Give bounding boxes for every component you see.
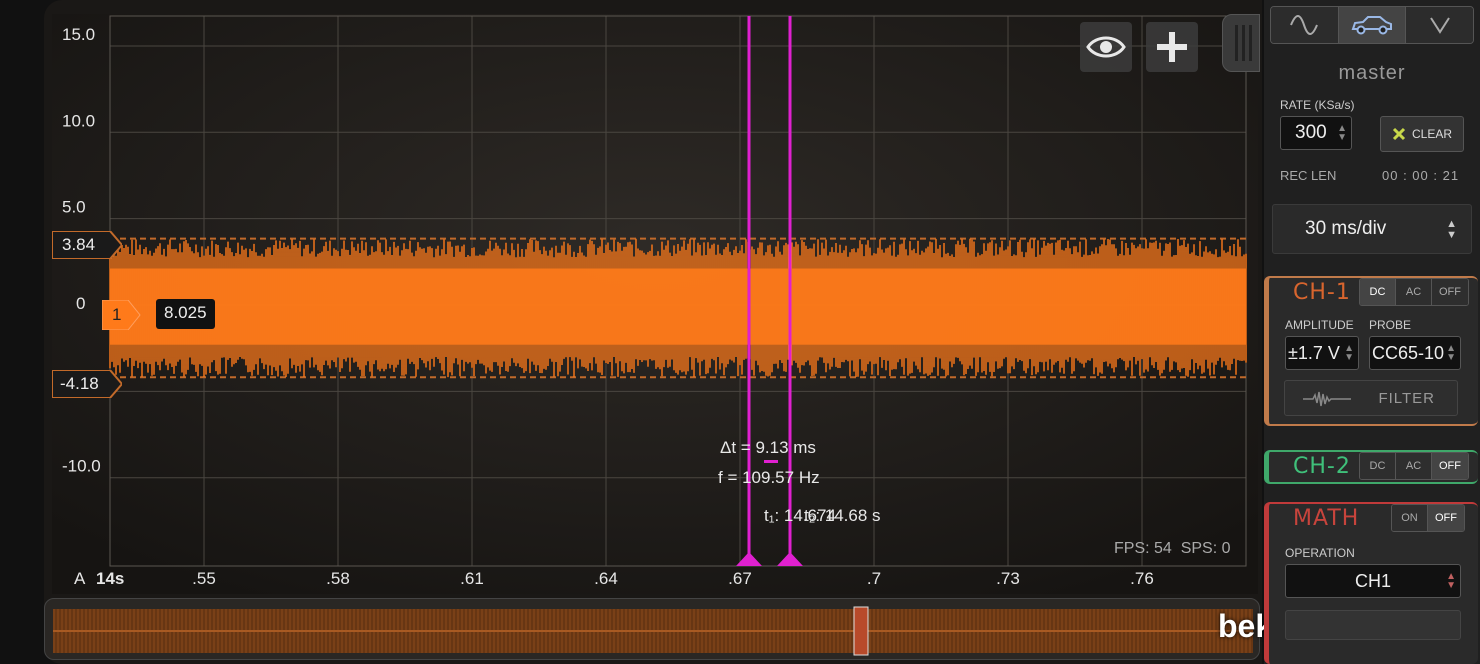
stepper-arrows-icon: ▲ ▼ (1446, 343, 1456, 363)
channel-offset-readout: 8.025 (156, 299, 215, 329)
upper-level-marker[interactable]: 3.84 (51, 230, 124, 260)
x-axis-start: 14s (96, 569, 124, 588)
timebase-value: 30 ms/div (1305, 218, 1387, 239)
math-off[interactable]: OFF (1428, 505, 1464, 531)
operation-label: OPERATION (1285, 546, 1355, 560)
amplitude-stepper[interactable]: ±1.7 V ▲ ▼ (1285, 336, 1359, 370)
x-tick-label: .7 (867, 569, 881, 588)
channel-ground-flag (101, 299, 141, 331)
x-axis-prefix: A (74, 569, 86, 588)
plus-icon (1157, 32, 1187, 62)
rate-value: 300 (1295, 122, 1327, 143)
math-title[interactable]: MATH (1293, 506, 1359, 531)
channel-offset-value: 8.025 (164, 303, 207, 322)
ch1-coupling-off[interactable]: OFF (1432, 279, 1468, 305)
mode-tabs (1270, 6, 1474, 44)
clear-x-icon (1392, 127, 1406, 141)
math-toggle: ON OFF (1391, 504, 1465, 532)
rate-stepper[interactable]: 300 ▲ ▼ (1280, 116, 1352, 150)
math-on[interactable]: ON (1392, 505, 1428, 531)
car-icon (1351, 16, 1392, 35)
panel-title: master (1338, 62, 1406, 84)
y-tick-label: 10.0 (62, 111, 95, 130)
control-panel: master RATE (KSa/s) 300 ▲ ▼ CLEAR REC LEN… (1264, 0, 1480, 664)
stepper-arrows-icon: ▲ ▼ (1446, 571, 1456, 591)
stepper-arrows-icon: ▲ ▼ (1344, 343, 1354, 363)
rec-len-label: REC LEN (1280, 168, 1337, 183)
ch2-coupling-dc[interactable]: DC (1360, 453, 1396, 479)
ch1-coupling-selector: DC AC OFF (1359, 278, 1469, 306)
rate-label: RATE (KSa/s) (1280, 98, 1355, 112)
mode-tab-voltage[interactable] (1406, 7, 1473, 43)
ch1-coupling-ac[interactable]: AC (1396, 279, 1432, 305)
filter-wave-icon (1303, 391, 1351, 407)
filter-label: FILTER (1378, 389, 1435, 407)
y-tick-label: 0 (76, 294, 85, 313)
v-icon (1429, 17, 1450, 34)
ch2-panel: CH-2 DC AC OFF (1264, 450, 1478, 484)
trace-path (109, 238, 1247, 378)
y-tick-label: 5.0 (62, 198, 86, 217)
x-tick-label: .64 (594, 569, 618, 588)
mode-tab-automotive[interactable] (1338, 7, 1407, 43)
ch2-title[interactable]: CH-2 (1293, 454, 1351, 479)
stepper-arrows-icon: ▲ ▼ (1337, 123, 1347, 143)
sps-value: SPS: 0 (1180, 540, 1231, 557)
rec-len-value: 00 : 00 : 21 (1382, 168, 1460, 183)
amplitude-value: ±1.7 V (1288, 342, 1340, 363)
y-tick-label: -10.0 (62, 457, 101, 476)
x-tick-label: .55 (192, 569, 216, 588)
math-panel: MATH ON OFF OPERATION CH1 ▲ ▼ (1264, 502, 1478, 664)
clear-label: CLEAR (1411, 127, 1452, 141)
y-tick-label: 15.0 (62, 25, 95, 44)
ch2-coupling-ac[interactable]: AC (1396, 453, 1432, 479)
ch1-title[interactable]: CH-1 (1293, 280, 1351, 305)
overview-window-handle (853, 606, 869, 656)
cursor-link-bar (764, 460, 778, 463)
visibility-button[interactable] (1080, 22, 1132, 72)
filter-button[interactable]: FILTER (1284, 380, 1458, 416)
panel-handle[interactable] (1222, 14, 1260, 72)
probe-value: CC65-10 (1372, 342, 1445, 363)
frequency-readout: f = 109.57 Hz (718, 468, 820, 487)
ch2-coupling-selector: DC AC OFF (1359, 452, 1469, 480)
mode-tab-waveform[interactable] (1271, 7, 1339, 43)
delta-t-readout: Δt = 9.13 ms (720, 438, 816, 457)
fps-sps-readout: FPS: 54 SPS: 0 (1114, 540, 1231, 558)
math-next-field[interactable] (1285, 610, 1461, 640)
channel-number: 1 (112, 305, 122, 324)
x-tick-label: .73 (996, 569, 1020, 588)
ch1-trace (109, 237, 1247, 379)
operation-selector[interactable]: CH1 ▲ ▼ (1285, 564, 1461, 598)
stepper-arrows-icon: ▲ ▼ (1446, 218, 1457, 241)
overview-strip[interactable] (44, 598, 1260, 660)
eye-icon (1086, 36, 1126, 58)
upper-level-value: 3.84 (62, 235, 96, 254)
lower-level-value: -4.18 (60, 374, 99, 393)
ch1-coupling-dc[interactable]: DC (1360, 279, 1396, 305)
ch2-coupling-off[interactable]: OFF (1432, 453, 1468, 479)
x-tick-label: .76 (1130, 569, 1154, 588)
fps-value: FPS: 54 (1114, 540, 1172, 557)
t2-readout: t₂: 14.68 s (804, 506, 881, 525)
timebase-selector[interactable]: 30 ms/div ▲ ▼ (1272, 204, 1472, 254)
channel-ground-marker[interactable]: 1 (101, 299, 142, 331)
x-tick-label: .61 (460, 569, 484, 588)
sine-wave-icon (1290, 15, 1319, 35)
amplitude-label: AMPLITUDE (1285, 318, 1354, 332)
overview-waveform (53, 606, 1253, 656)
clear-button[interactable]: CLEAR (1380, 116, 1464, 152)
probe-stepper[interactable]: CC65-10 ▲ ▼ (1369, 336, 1461, 370)
x-tick-label: .58 (326, 569, 350, 588)
lower-level-marker[interactable]: -4.18 (51, 369, 124, 399)
add-button[interactable] (1146, 22, 1198, 72)
operation-value: CH1 (1354, 570, 1391, 591)
x-tick-label: .67 (728, 569, 752, 588)
probe-label: PROBE (1369, 318, 1412, 332)
